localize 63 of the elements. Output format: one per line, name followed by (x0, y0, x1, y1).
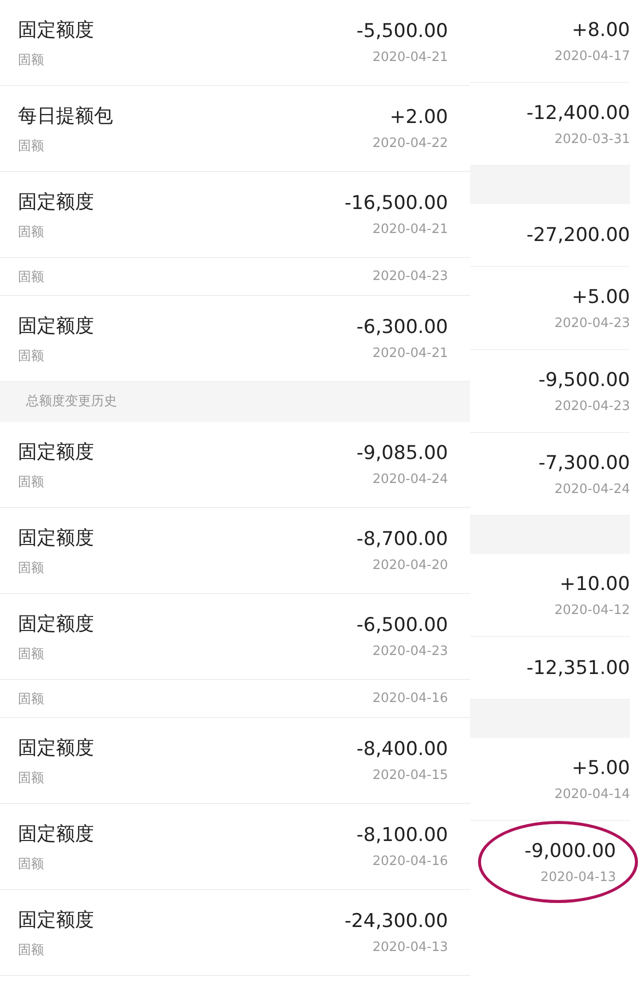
entry-subtitle: 固额 (18, 770, 45, 786)
entry-date: 2020-04-21 (372, 222, 448, 237)
entry-title: 固定额度 (18, 190, 94, 214)
entry-subtitle: 固额 (18, 646, 45, 662)
entry-date: 2020-04-24 (372, 472, 448, 487)
entry-date: 2020-04-23 (554, 398, 630, 414)
entry-date: 2020-04-15 (372, 768, 448, 783)
amount: -9,500.00 (538, 368, 630, 390)
amount: -24,300.00 (344, 910, 448, 932)
entry-title: 固定额度 (18, 440, 94, 464)
entry-date: 2020-04-23 (372, 644, 448, 659)
entry-title: 固定额度 (18, 736, 94, 760)
amount: +2.00 (390, 106, 448, 128)
entry-title: 固定额度 (18, 526, 94, 550)
amount: -5,500.00 (356, 20, 448, 42)
entry-date: 2020-04-17 (554, 48, 630, 64)
entry-date: 2020-04-20 (372, 558, 448, 573)
entry-title: 每日提额包 (18, 104, 113, 128)
entry-title: 固定额度 (18, 822, 94, 846)
amount: -12,400.00 (526, 102, 630, 124)
entry-date: 2020-04-21 (372, 346, 448, 361)
section-header: 总额度变更历史 (0, 382, 470, 422)
entry-subtitle: 固额 (18, 224, 45, 240)
amount: -12,351.00 (526, 657, 630, 679)
entry-date: 2020-04-21 (372, 50, 448, 65)
entry-date: 2020-04-13 (372, 940, 448, 955)
entry-subtitle: 固额 (18, 560, 45, 576)
entry-date: 2020-04-14 (554, 786, 630, 802)
entry-date: 2020-04-12 (554, 602, 630, 618)
amount: -8,100.00 (356, 824, 448, 846)
amount: -7,300.00 (538, 452, 630, 474)
amount: +8.00 (572, 18, 630, 40)
amount: -9,000.00 (524, 840, 616, 862)
amount: +5.00 (572, 756, 630, 778)
amount: -9,085.00 (356, 442, 448, 464)
amount: +10.00 (560, 572, 630, 594)
entry-subtitle: 固额 (18, 942, 45, 958)
amount: +5.00 (572, 286, 630, 308)
entry-subtitle: 固额 (18, 474, 45, 490)
entry-date: 2020-04-23 (372, 269, 448, 284)
entry-date: 2020-03-31 (554, 132, 630, 146)
entry-date: 2020-04-16 (372, 691, 448, 706)
entry-title: 固定额度 (18, 314, 94, 338)
entry-date: 2020-04-13 (540, 870, 616, 884)
entry-subtitle: 固额 (18, 138, 45, 154)
entry-date: 2020-04-24 (554, 482, 630, 496)
amount: -16,500.00 (344, 192, 448, 214)
amount: -27,200.00 (526, 224, 630, 246)
entry-date: 2020-04-22 (372, 136, 448, 151)
amount: -8,700.00 (356, 528, 448, 550)
amount: -6,500.00 (356, 614, 448, 636)
entry-subtitle: 固额 (18, 856, 45, 872)
entry-subtitle: 固额 (18, 690, 44, 708)
amount: -8,400.00 (356, 738, 448, 760)
entry-date: 2020-04-23 (554, 316, 630, 330)
entry-title: 固定额度 (18, 612, 94, 636)
entry-title: 固定额度 (18, 18, 94, 42)
amount: -6,300.00 (356, 316, 448, 338)
entry-subtitle: 固额 (18, 52, 45, 68)
entry-date: 2020-04-16 (372, 854, 448, 869)
entry-subtitle: 固额 (18, 268, 44, 286)
entry-title: 固定额度 (18, 908, 94, 932)
entry-subtitle: 固额 (18, 348, 45, 364)
